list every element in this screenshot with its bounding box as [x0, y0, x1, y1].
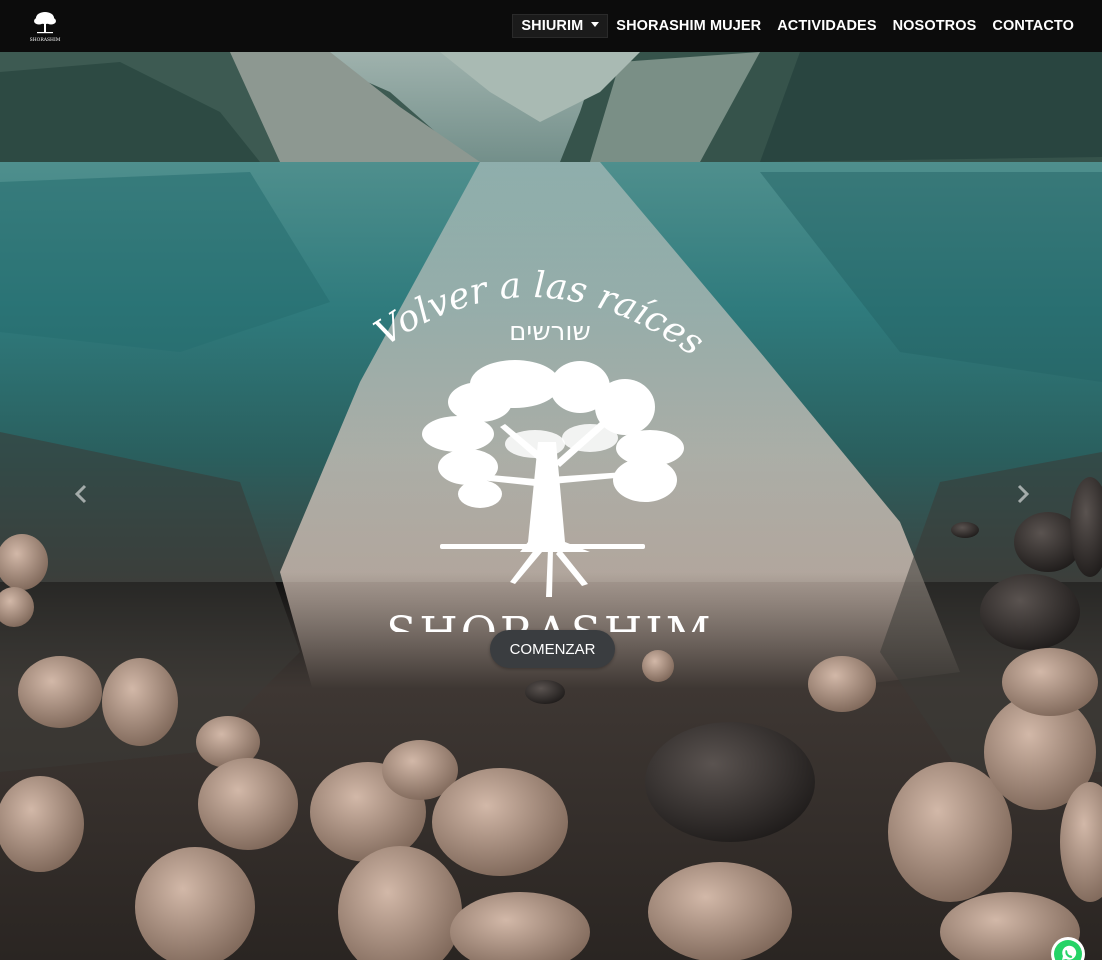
caret-down-icon	[591, 22, 600, 27]
nav-item-actividades[interactable]: ACTIVIDADES	[769, 15, 884, 37]
hero-carousel: Volver a las raíces שורשים SHORA	[0, 52, 1102, 960]
nav-menu: SHIURIM SHORASHIM MUJER ACTIVIDADES NOSO…	[512, 0, 1082, 52]
tree-icon	[422, 360, 684, 597]
chevron-left-icon[interactable]	[70, 482, 94, 506]
nav-item-shorashim-mujer[interactable]: SHORASHIM MUJER	[608, 15, 769, 37]
chevron-right-icon[interactable]	[1010, 482, 1034, 506]
nav-item-nosotros[interactable]: NOSOTROS	[885, 15, 985, 37]
nav-logo[interactable]: SHORASHIM	[28, 8, 62, 44]
hero-brand-name: SHORASHIM	[386, 608, 713, 632]
nav-item-contacto[interactable]: CONTACTO	[984, 15, 1082, 37]
comenzar-button[interactable]: COMENZAR	[490, 630, 615, 668]
whatsapp-icon[interactable]	[1050, 936, 1086, 960]
nav-logo-text: SHORASHIM	[30, 37, 61, 43]
hero-hebrew-title: שורשים	[509, 317, 591, 347]
top-navbar: SHORASHIM SHIURIM SHORASHIM MUJER ACTIVI…	[0, 0, 1102, 52]
nav-item-label: SHIURIM	[521, 18, 584, 34]
hero-tagline: Volver a las raíces	[368, 265, 712, 364]
nav-item-shiurim[interactable]: SHIURIM	[512, 14, 609, 38]
hero-shorashim-logo: Volver a las raíces שורשים SHORA	[368, 265, 713, 632]
